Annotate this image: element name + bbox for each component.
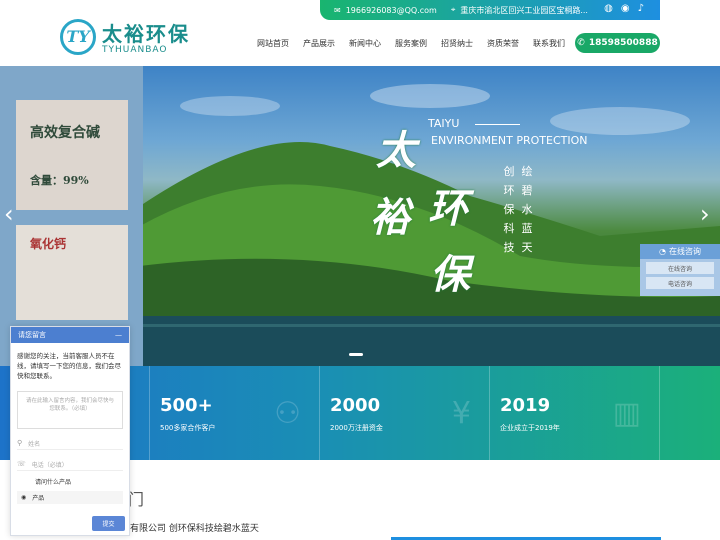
mail-icon: ✉ bbox=[334, 5, 341, 15]
submit-button[interactable]: 提交 bbox=[92, 516, 125, 531]
phone-number: 18598500888 bbox=[588, 38, 658, 48]
stats-end bbox=[660, 366, 720, 460]
money-icon: ¥ bbox=[451, 396, 471, 431]
product-question: 请问什么产品 bbox=[35, 479, 72, 486]
people-icon: ⚇ bbox=[274, 396, 301, 431]
product-value: 产品 bbox=[32, 495, 45, 502]
phone-button[interactable]: ✆ 18598500888 bbox=[575, 33, 660, 53]
online-consult-button[interactable]: 在线咨询 bbox=[646, 262, 714, 274]
logo-cn: 太裕环保 bbox=[102, 22, 190, 46]
hero-char-1: 太 bbox=[376, 127, 416, 174]
hero-en-title: TAIYU bbox=[428, 117, 460, 130]
bell-icon[interactable]: ♪ bbox=[638, 3, 644, 14]
slider-dot-active[interactable] bbox=[349, 353, 363, 356]
prev-arrow-icon[interactable]: ‹ bbox=[4, 200, 14, 228]
nav-home[interactable]: 网站首页 bbox=[257, 38, 289, 49]
next-arrow-icon[interactable]: › bbox=[700, 200, 710, 228]
phone-field[interactable]: ☏ 电话（必填） bbox=[17, 458, 123, 471]
product-image-1[interactable]: 高效复合碱 含量：99% bbox=[16, 100, 128, 210]
section-title: 门 bbox=[128, 490, 145, 509]
nav-products[interactable]: 产品展示 bbox=[303, 38, 335, 49]
stat-number: 2019 bbox=[500, 395, 551, 416]
stat-desc: 企业成立于2019年 bbox=[500, 424, 560, 432]
main-nav: 网站首页 产品展示 新闻中心 服务案例 招贤纳士 资质荣誉 联系我们 bbox=[257, 38, 579, 49]
phone-placeholder: 电话（必填） bbox=[31, 461, 68, 469]
product-label-3: 氧化钙 bbox=[30, 237, 67, 251]
weibo-icon[interactable]: ◉ bbox=[621, 3, 630, 14]
stat-desc: 2000万注册资金 bbox=[330, 424, 383, 432]
hero-en-subtitle: ENVIRONMENT PROTECTION bbox=[431, 134, 588, 147]
nav-jobs[interactable]: 招贤纳士 bbox=[441, 38, 473, 49]
building-icon: ▥ bbox=[612, 396, 641, 431]
email-text[interactable]: 1966926083@QQ.com bbox=[346, 6, 437, 15]
site-logo[interactable]: TY 太裕环保 TYHUANBAO bbox=[60, 18, 190, 55]
hero-char-2: 裕 bbox=[370, 194, 410, 241]
address-text: 重庆市渝北区回兴工业园区宝桐路... bbox=[460, 5, 588, 15]
name-field[interactable]: ⚲ 姓名 bbox=[17, 437, 123, 450]
phone-icon: ✆ bbox=[577, 38, 585, 48]
phone-icon: ☏ bbox=[17, 460, 26, 468]
stat-item-founded: 2019 企业成立于2019年 ▥ bbox=[490, 366, 660, 460]
wechat-icon[interactable]: ◍ bbox=[604, 3, 613, 14]
chat-title: 请您留言 bbox=[18, 331, 46, 339]
chat-message: 感谢您的关注，当前客服人员不在线，请填写一下您的信息，我们会尽快和您联系。 bbox=[17, 352, 121, 380]
top-info-bar: ✉ 1966926083@QQ.com ⌖ 重庆市渝北区回兴工业园区宝桐路... ◍… bbox=[320, 0, 660, 20]
chat-icon: ◔ bbox=[659, 247, 666, 256]
radio-icon: ◉ bbox=[21, 494, 27, 501]
logo-mark: TY bbox=[60, 18, 96, 55]
stat-desc: 500多家合作客户 bbox=[160, 424, 216, 432]
nav-contact[interactable]: 联系我们 bbox=[533, 38, 565, 49]
stat-number: 500+ bbox=[160, 395, 213, 416]
hero-divider bbox=[475, 124, 520, 125]
product-select[interactable]: ◉ 产品 bbox=[17, 491, 123, 504]
phone-consult-button[interactable]: 电话咨询 bbox=[646, 277, 714, 289]
hero-char-4: 保 bbox=[430, 251, 470, 298]
stat-number: 2000 bbox=[330, 395, 381, 416]
product-label-1: 高效复合碱 bbox=[30, 125, 100, 141]
message-textarea[interactable]: 请在此输入留言内容，我们会尽快与您联系。（必填） bbox=[17, 391, 123, 429]
product-label-2: 含量：99% bbox=[30, 174, 89, 187]
name-placeholder: 姓名 bbox=[28, 440, 41, 448]
minimize-icon[interactable]: — bbox=[115, 331, 122, 339]
stat-item-capital: 2000 2000万注册资金 ¥ bbox=[320, 366, 490, 460]
nav-honors[interactable]: 资质荣誉 bbox=[487, 38, 519, 49]
location-icon: ⌖ bbox=[450, 5, 456, 14]
product-image-2[interactable]: 氧化钙 bbox=[16, 225, 128, 320]
hero-slogan-col2: 绘碧水蓝天 bbox=[521, 165, 533, 254]
hero-slogan-col1: 创环保科技 bbox=[503, 165, 515, 254]
hero-char-3: 环 bbox=[428, 185, 468, 232]
nav-cases[interactable]: 服务案例 bbox=[395, 38, 427, 49]
consult-title: 在线咨询 bbox=[668, 247, 701, 256]
user-icon: ⚲ bbox=[17, 439, 23, 447]
stat-item-clients: 500+ 500多家合作客户 ⚇ bbox=[150, 366, 320, 460]
consult-widget: ◔ 在线咨询 在线咨询 电话咨询 bbox=[640, 244, 720, 296]
message-widget: 请您留言 — 感谢您的关注，当前客服人员不在线，请填写一下您的信息，我们会尽快和… bbox=[10, 326, 130, 536]
nav-news[interactable]: 新闻中心 bbox=[349, 38, 381, 49]
section-subtitle: 有限公司 创环保科技绘碧水蓝天 bbox=[130, 524, 259, 534]
